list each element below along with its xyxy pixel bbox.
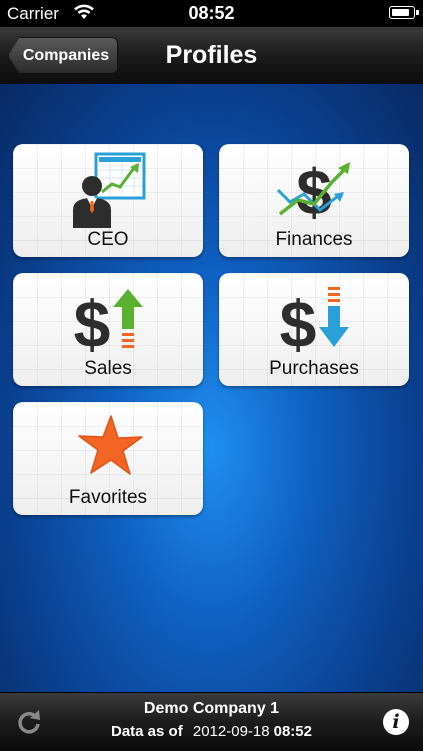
tile-favorites[interactable]: Favorites: [13, 402, 203, 515]
battery-icon: [389, 6, 419, 19]
svg-text:$: $: [74, 287, 111, 357]
status-bar: Carrier 08:52: [0, 0, 423, 27]
data-as-of-label: Data as of: [111, 723, 183, 740]
data-as-of: Data as of 2012-09-18 08:52: [0, 723, 423, 740]
info-icon[interactable]: i: [383, 709, 409, 735]
tile-finances[interactable]: $ Finances: [219, 144, 409, 257]
ceo-icon: [73, 152, 146, 228]
tile-label: CEO: [87, 229, 129, 250]
svg-text:$: $: [296, 156, 332, 228]
finances-icon: $: [276, 156, 350, 228]
purchases-icon: $: [280, 287, 349, 357]
tile-ceo[interactable]: CEO: [13, 144, 203, 257]
tile-label: Finances: [275, 229, 353, 250]
star-icon: [78, 415, 143, 475]
status-time: 08:52: [188, 3, 235, 23]
tile-label: Sales: [84, 358, 132, 379]
tile-label: Favorites: [68, 487, 148, 508]
sales-icon: $: [74, 287, 143, 357]
back-button-companies[interactable]: Companies: [8, 37, 118, 74]
profiles-grid: CEO $ Finances $ Sales $ Purchases Favor…: [0, 84, 423, 692]
tile-label: Purchases: [269, 358, 359, 379]
tile-purchases[interactable]: $ Purchases: [219, 273, 409, 386]
company-name: Demo Company 1: [143, 700, 280, 717]
tile-sales[interactable]: $ Sales: [13, 273, 203, 386]
battery-fill: [392, 9, 410, 16]
page-title: Profiles: [165, 41, 258, 69]
bottom-toolbar: Demo Company 1 Data as of 2012-09-18 08:5…: [0, 692, 423, 751]
data-date: 2012-09-18: [192, 723, 270, 740]
navigation-bar: Companies Profiles: [0, 27, 423, 85]
data-time: 08:52: [273, 723, 312, 740]
svg-text:$: $: [280, 287, 317, 357]
